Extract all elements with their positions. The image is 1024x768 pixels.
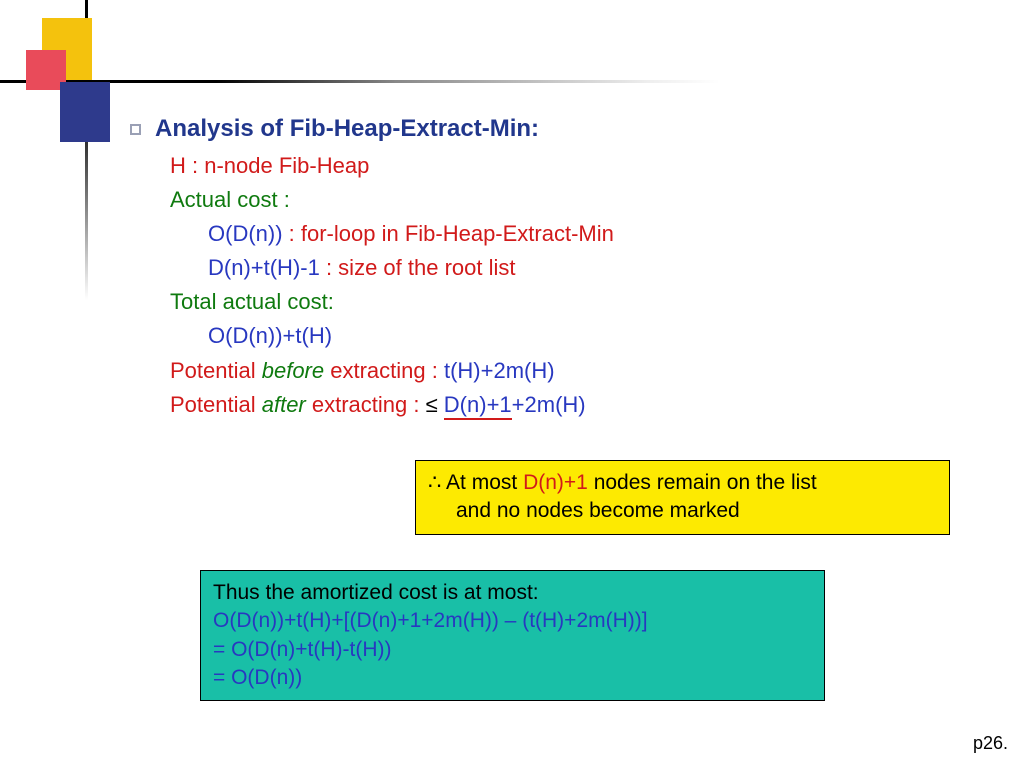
potential-before: Potential before extracting : t(H)+2m(H) xyxy=(130,354,950,388)
actual2-desc: : size of the root list xyxy=(320,255,516,280)
bullet-icon xyxy=(130,124,141,135)
potential-after: Potential after extracting : ≤ D(n)+1+2m… xyxy=(130,388,950,422)
total-actual-label: Total actual cost: xyxy=(130,285,950,319)
slide-body: Analysis of Fib-Heap-Extract-Min: H : n-… xyxy=(130,115,950,422)
pot-after-prefix: Potential xyxy=(170,392,262,417)
yellow-callout-box: ∴ At most D(n)+1 nodes remain on the lis… xyxy=(415,460,950,535)
pot-after-tail: +2m(H) xyxy=(512,392,586,417)
actual2-term: D(n)+t(H)-1 xyxy=(208,255,320,280)
teal-line-2: O(D(n))+t(H)+[(D(n)+1+2m(H)) – (t(H)+2m(… xyxy=(213,607,812,635)
page-number: p26. xyxy=(973,733,1008,754)
slide-title: Analysis of Fib-Heap-Extract-Min: xyxy=(155,115,539,143)
yellow-line-2: and no nodes become marked xyxy=(428,497,937,525)
heap-definition: H : n-node Fib-Heap xyxy=(130,149,950,183)
leq-symbol: ≤ xyxy=(426,392,444,417)
pot-after-suffix: extracting : xyxy=(306,392,426,417)
teal-line-4: = O(D(n)) xyxy=(213,664,812,692)
yellow-text-a: At most xyxy=(441,471,523,494)
actual-cost-line-2: D(n)+t(H)-1 : size of the root list xyxy=(130,251,950,285)
pot-before-prefix: Potential xyxy=(170,358,262,383)
teal-conclusion-box: Thus the amortized cost is at most: O(D(… xyxy=(200,570,825,701)
yellow-text-b: nodes remain on the list xyxy=(588,471,817,494)
pot-before-value: t(H)+2m(H) xyxy=(444,358,555,383)
pot-before-suffix: extracting : xyxy=(324,358,444,383)
pot-after-underlined: D(n)+1 xyxy=(444,392,512,420)
pot-before-word: before xyxy=(262,358,324,383)
slide: Analysis of Fib-Heap-Extract-Min: H : n-… xyxy=(0,0,1024,768)
title-row: Analysis of Fib-Heap-Extract-Min: xyxy=(130,115,950,143)
navy-square-icon xyxy=(60,82,110,142)
yellow-dn1: D(n)+1 xyxy=(523,471,588,494)
actual-cost-label: Actual cost : xyxy=(130,183,950,217)
teal-line-1: Thus the amortized cost is at most: xyxy=(213,579,812,607)
therefore-symbol: ∴ xyxy=(428,471,441,494)
actual-cost-line-1: O(D(n)) : for-loop in Fib-Heap-Extract-M… xyxy=(130,217,950,251)
teal-line-3: = O(D(n)+t(H)-t(H)) xyxy=(213,636,812,664)
actual1-desc: : for-loop in Fib-Heap-Extract-Min xyxy=(283,221,614,246)
actual1-term: O(D(n)) xyxy=(208,221,283,246)
total-actual-value: O(D(n))+t(H) xyxy=(130,319,950,353)
yellow-line-1: ∴ At most D(n)+1 nodes remain on the lis… xyxy=(428,469,937,497)
pot-after-word: after xyxy=(262,392,306,417)
